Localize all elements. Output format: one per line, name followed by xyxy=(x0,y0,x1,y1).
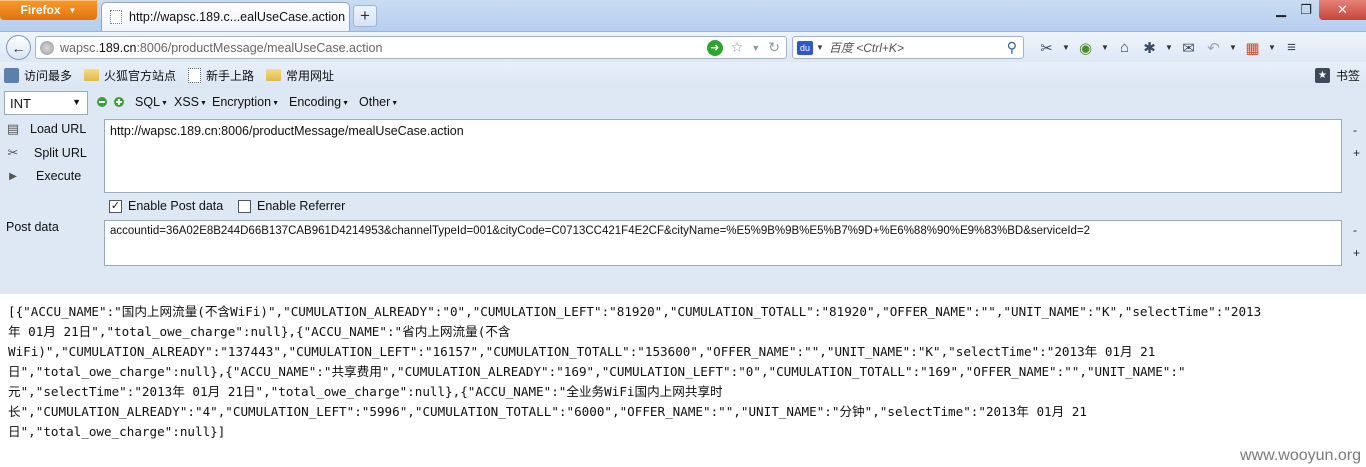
title-bar: Firefox ▼ http://wapsc.189.c...ealUseCas… xyxy=(0,0,1366,31)
response-line: 长","CUMULATION_ALREADY":"4","CUMULATION_… xyxy=(8,404,1087,419)
response-line: WiFi)","CUMULATION_ALREADY":"137443","CU… xyxy=(8,344,1156,359)
apps-icon[interactable]: ▦ xyxy=(1240,37,1265,58)
bookmark-getting-started[interactable]: 新手上路 xyxy=(188,67,254,84)
chevron-down-icon: ▼ xyxy=(72,97,81,107)
response-line: 年 01月 21日","total_owe_charge":null},{"AC… xyxy=(8,324,511,339)
home-icon[interactable]: ⌂ xyxy=(1112,37,1137,58)
chevron-down-icon: ▼ xyxy=(68,5,77,15)
back-button[interactable]: ← xyxy=(6,35,31,60)
split-url-button[interactable]: ✂ Split URL xyxy=(4,145,87,161)
close-window-button[interactable]: ✕ xyxy=(1319,0,1366,20)
encoding-menu[interactable]: Encoding ▼ xyxy=(289,95,349,109)
chevron-down-icon[interactable]: ▼ xyxy=(1098,37,1112,58)
chevron-down-icon[interactable]: ▼ xyxy=(1059,37,1073,58)
minimize-icon: ▁ xyxy=(1276,2,1286,17)
search-bar[interactable]: du ▼ 百度 <Ctrl+K> ⚲ xyxy=(792,36,1024,59)
bookmarks-toolbar: 访问最多 火狐官方站点 新手上路 常用网址 ★ 书签 xyxy=(0,62,1366,88)
close-icon: ✕ xyxy=(1337,2,1348,17)
shrink-post-button[interactable]: - xyxy=(1353,223,1357,237)
tab-current[interactable]: http://wapsc.189.c...ealUseCase.action xyxy=(101,2,350,31)
bookmark-most-visited[interactable]: 访问最多 xyxy=(4,67,72,84)
new-tab-button[interactable]: + xyxy=(353,5,377,27)
expand-post-button[interactable]: + xyxy=(1353,246,1360,260)
star-icon[interactable]: ☆ xyxy=(731,39,744,56)
navigation-toolbar: ← wapsc.189.cn:8006/productMessage/mealU… xyxy=(0,31,1366,62)
scissors-icon: ✂ xyxy=(7,145,19,160)
maximize-button[interactable]: ❐ xyxy=(1294,0,1318,20)
search-input[interactable]: 百度 <Ctrl+K> xyxy=(829,39,904,56)
chevron-down-icon[interactable]: ▼ xyxy=(1226,37,1240,58)
page-icon xyxy=(110,10,122,24)
increment-icon[interactable] xyxy=(114,97,124,107)
page-icon xyxy=(188,67,202,83)
tools-icon[interactable]: ✂ xyxy=(1034,37,1059,58)
baidu-icon[interactable]: du xyxy=(797,40,813,55)
restore-icon: ❐ xyxy=(1300,2,1312,17)
expand-url-button[interactable]: + xyxy=(1353,146,1360,160)
bookmarks-menu-button[interactable]: ★ 书签 xyxy=(1314,67,1360,84)
menu-icon[interactable]: ≡ xyxy=(1279,37,1304,58)
addon-icon[interactable]: ◉ xyxy=(1073,37,1098,58)
folder-icon xyxy=(266,69,282,81)
dropdown-icon[interactable]: ▼ xyxy=(751,43,760,53)
post-data-label: Post data xyxy=(6,220,59,234)
enable-referrer-checkbox[interactable]: Enable Referrer xyxy=(238,199,345,213)
type-select[interactable]: INT ▼ xyxy=(4,91,88,115)
url-textarea[interactable]: http://wapsc.189.cn:8006/productMessage/… xyxy=(104,119,1342,193)
bookmark-common-sites[interactable]: 常用网址 xyxy=(266,67,334,84)
hackbar-panel: INT ▼ SQL ▼ XSS ▼ Encryption ▼ Encoding ▼ Ot… xyxy=(0,88,1366,294)
shrink-url-button[interactable]: - xyxy=(1353,123,1357,137)
decrement-icon[interactable] xyxy=(97,97,107,107)
firefox-menu-button[interactable]: Firefox ▼ xyxy=(0,0,97,20)
plus-icon: + xyxy=(360,6,370,25)
post-data-textarea[interactable]: accountid=36A02E8B244D66B137CAB961D42149… xyxy=(104,220,1342,266)
encryption-menu[interactable]: Encryption ▼ xyxy=(212,95,279,109)
chevron-down-icon[interactable]: ▼ xyxy=(1265,37,1279,58)
checkbox-unchecked-icon xyxy=(238,199,251,213)
sql-menu[interactable]: SQL ▼ xyxy=(135,95,168,109)
play-icon: ▶ xyxy=(9,170,17,182)
chevron-down-icon[interactable]: ▼ xyxy=(1162,37,1176,58)
checkbox-checked-icon: ✓ xyxy=(109,199,122,213)
minimize-button[interactable]: ▁ xyxy=(1268,0,1294,20)
firefox-menu-label: Firefox xyxy=(20,3,61,17)
response-line: [{"ACCU_NAME":"国内上网流量(不含WiFi)","CUMULATI… xyxy=(8,304,1262,319)
undo-icon[interactable]: ↶ xyxy=(1201,37,1226,58)
search-icon[interactable]: ⚲ xyxy=(1007,39,1017,56)
back-icon: ← xyxy=(11,39,26,56)
execute-button[interactable]: ▶ Execute xyxy=(4,168,81,184)
mail-icon[interactable]: ✉ xyxy=(1176,37,1201,58)
folder-icon xyxy=(84,69,100,81)
enable-post-checkbox[interactable]: ✓ Enable Post data xyxy=(109,199,223,213)
gear-icon xyxy=(4,67,19,83)
bookmark-firefox-official[interactable]: 火狐官方站点 xyxy=(84,67,176,84)
globe-icon xyxy=(40,40,54,55)
response-line: 元","selectTime":"2013年 01月 21日","total_o… xyxy=(8,384,723,399)
watermark: www.wooyun.org xyxy=(1240,447,1361,464)
tab-title: http://wapsc.189.c...ealUseCase.action xyxy=(129,10,346,24)
go-icon[interactable]: ➜ xyxy=(706,39,723,56)
chevron-down-icon[interactable]: ▼ xyxy=(816,43,824,52)
response-line: 日","total_owe_charge":null},{"ACCU_NAME"… xyxy=(8,364,1186,379)
xss-menu[interactable]: XSS ▼ xyxy=(174,95,207,109)
address-bar[interactable]: wapsc.189.cn:8006/productMessage/mealUse… xyxy=(35,36,787,59)
response-body: [{"ACCU_NAME":"国内上网流量(不含WiFi)","CUMULATI… xyxy=(8,302,1358,442)
response-line: 日","total_owe_charge":null}] xyxy=(8,424,226,439)
bug-icon[interactable]: ✱ xyxy=(1137,37,1162,58)
load-url-icon: ▤ xyxy=(6,121,20,136)
address-text: wapsc.189.cn:8006/productMessage/mealUse… xyxy=(60,40,383,55)
load-url-button[interactable]: ▤ Load URL xyxy=(4,121,86,137)
star-icon: ★ xyxy=(1314,68,1330,83)
other-menu[interactable]: Other ▼ xyxy=(359,95,398,109)
reload-icon[interactable]: ↻ xyxy=(768,39,780,56)
